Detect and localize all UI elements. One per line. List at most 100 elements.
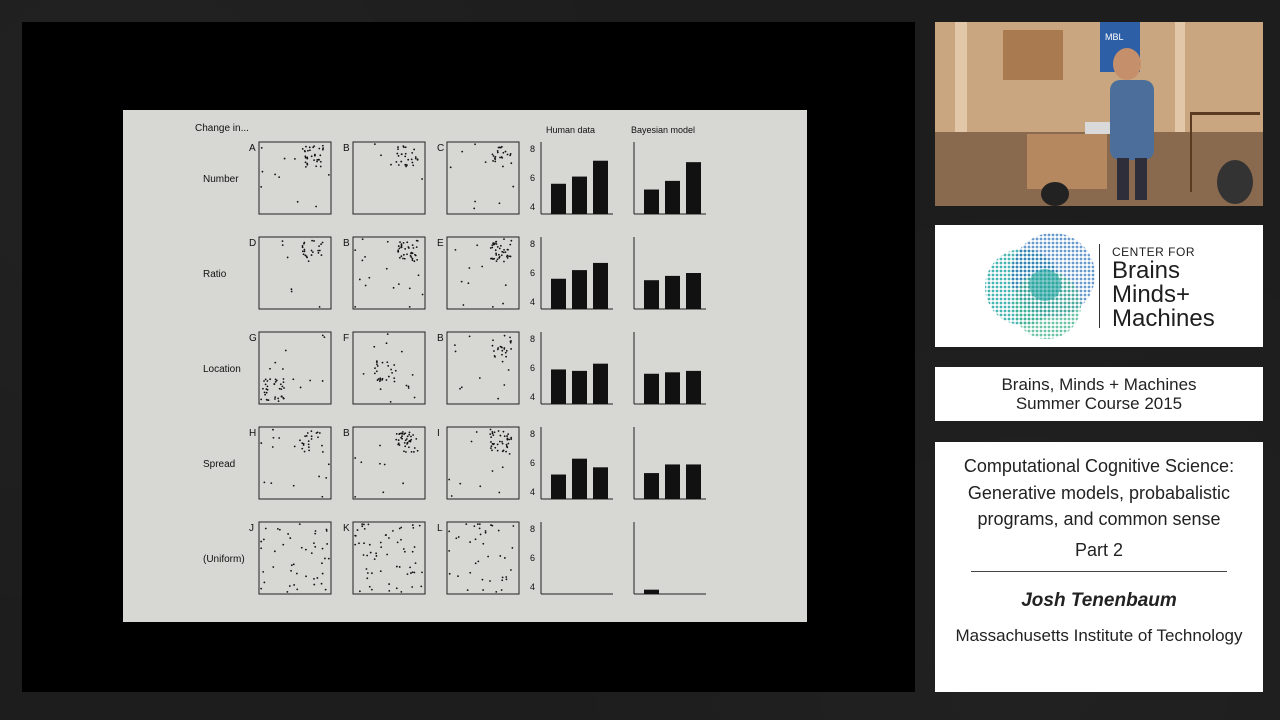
scatter-point (318, 245, 320, 248)
panel-letter: D (249, 238, 256, 249)
scatter-point (497, 397, 500, 400)
scatter-point (395, 438, 398, 441)
scatter-point (482, 542, 485, 545)
speaker-affiliation: Massachusetts Institute of Technology (955, 626, 1243, 645)
panel-letter: B (437, 333, 444, 344)
scatter-point (379, 377, 382, 380)
scatter-point (311, 239, 314, 242)
scatter-point (307, 149, 309, 152)
scatter-point (273, 383, 276, 386)
scatter-point (388, 537, 390, 539)
scatter-point (403, 450, 405, 453)
scatter-point (315, 205, 318, 208)
scatter-point (470, 440, 473, 443)
panel-letter: A (249, 143, 256, 154)
bar (686, 370, 701, 404)
scatter-point (360, 461, 363, 464)
scatter-point (494, 160, 497, 163)
scatter-point (287, 533, 289, 535)
scatter-point (404, 152, 407, 155)
row-label: Number (203, 174, 239, 185)
scatter-point (489, 580, 491, 582)
scatter-point (397, 250, 400, 253)
scatter-point (376, 365, 379, 367)
scatter-point (385, 267, 388, 270)
scatter-point (491, 432, 494, 435)
scatter-point (263, 481, 266, 484)
scatter-point (482, 589, 485, 591)
scatter-point (402, 548, 405, 550)
scatter-point (409, 254, 412, 257)
scatter-point (496, 150, 499, 152)
scatter-point (404, 164, 407, 166)
panel-letter: J (249, 523, 254, 534)
scatter-point (305, 145, 307, 148)
scatter-point (402, 253, 405, 256)
panel-letter: G (249, 333, 257, 344)
scatter-point (278, 176, 281, 179)
scatter-point (495, 252, 497, 255)
scatter-point (401, 435, 403, 438)
scatter-point (410, 572, 412, 574)
scatter-point (266, 399, 268, 401)
scatter-point (292, 484, 295, 487)
scatter-point (296, 588, 299, 591)
scatter-point (313, 583, 316, 586)
scatter-panel (352, 141, 426, 215)
scatter-point (413, 546, 416, 548)
bar (665, 180, 680, 214)
scatter-point (309, 379, 312, 382)
scatter-point (399, 241, 401, 244)
scatter-point (481, 265, 484, 268)
scatter-point (283, 387, 285, 389)
scatter-point (411, 244, 414, 247)
scatter-point (313, 542, 315, 545)
scatter-point (266, 385, 269, 388)
scatter-point (411, 259, 414, 262)
scatter-panel (258, 141, 332, 215)
scatter-point (262, 538, 265, 541)
scatter-point (412, 164, 415, 167)
scatter-point (301, 250, 304, 253)
scatter-point (404, 155, 407, 158)
scatter-point (400, 350, 403, 353)
scatter-point (307, 440, 310, 443)
scatter-point (455, 537, 458, 540)
panel-letter: E (437, 238, 444, 249)
y-tick-label: 4 (530, 487, 535, 497)
scatter-point (310, 438, 313, 440)
scatter-point (315, 165, 318, 168)
scatter-point (407, 387, 410, 389)
scatter-point (321, 148, 324, 151)
scatter-point (385, 342, 388, 345)
scatter-point (421, 293, 424, 296)
scatter-point (404, 432, 407, 435)
scatter-point (413, 148, 416, 151)
scatter-point (381, 377, 384, 380)
y-tick-label: 6 (530, 268, 535, 278)
scatter-point (404, 247, 407, 250)
scatter-point (387, 375, 390, 378)
scatter-point (414, 253, 416, 256)
scatter-point (396, 541, 399, 544)
scatter-point (317, 252, 320, 254)
scatter-point (327, 173, 330, 176)
scatter-point (396, 152, 399, 155)
scatter-point (511, 547, 514, 549)
lecture-video[interactable]: Change in... Human data Bayesian model Numb… (22, 22, 915, 692)
scatter-point (459, 482, 462, 485)
scatter-point (474, 538, 477, 541)
col-title-human: Human data (546, 125, 595, 135)
scatter-point (502, 251, 505, 254)
y-tick-label: 8 (530, 524, 535, 534)
scatter-point (321, 380, 324, 382)
scatter-panel (446, 426, 520, 500)
scatter-point (398, 247, 401, 250)
scatter-point (503, 557, 506, 559)
scatter-point (394, 369, 397, 372)
scatter-point (492, 160, 494, 162)
scatter-panel (352, 426, 426, 500)
scatter-point (414, 157, 417, 160)
scatter-point (366, 572, 369, 574)
scatter-point (272, 428, 274, 431)
